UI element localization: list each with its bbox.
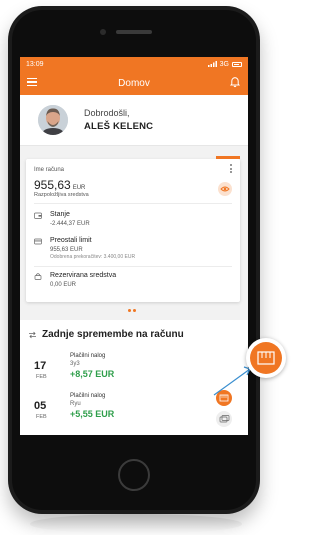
greeting-panel: Dobrodošli, ALEŠ KELENC [20, 95, 248, 146]
card-pager[interactable] [128, 309, 136, 312]
section-title: Zadnje spremembe na računu [42, 329, 184, 340]
balance-currency: EUR [72, 185, 86, 191]
limit-title: Preostali limit [50, 237, 92, 244]
eye-icon[interactable] [218, 182, 232, 196]
swap-icon [29, 331, 36, 339]
account-name: Ime računa [34, 167, 65, 173]
front-camera [100, 29, 106, 35]
signal-icon [207, 61, 217, 67]
tx-day: 05 [34, 400, 47, 412]
tx-month: FEB [36, 374, 47, 380]
reserved-amount: 0,00 EUR [50, 282, 77, 288]
reserved-row: Rezervirana sredstva 0,00 EUR [34, 272, 234, 292]
menu-icon[interactable] [27, 78, 37, 86]
home-button[interactable] [118, 459, 150, 491]
balance-amount: -2.444,37 EUR [50, 221, 90, 227]
tx-description: Ryu [70, 401, 81, 407]
avatar[interactable] [38, 105, 68, 135]
cards-icon[interactable] [216, 411, 232, 427]
payment-slip-glyph [257, 351, 275, 365]
wallet-icon [34, 212, 42, 219]
page-title: Domov [118, 77, 150, 89]
account-card[interactable]: Ime računa 955,63 EUR Razpoložljiva sreds… [26, 156, 240, 302]
divider [34, 266, 232, 267]
overdraft-note: Odobrena prekoračitev: 3.400,00 EUR [50, 254, 136, 260]
tx-day: 17 [34, 360, 47, 372]
balance-title: Stanje [50, 211, 70, 218]
phone-reflection [30, 514, 242, 534]
network-type: 3G [219, 60, 229, 68]
cards-glyph [219, 415, 230, 423]
balance-value: 955,63 [34, 178, 71, 192]
payment-slip-icon [250, 342, 282, 374]
status-indicators: 3G [207, 60, 242, 68]
lock-icon [34, 273, 42, 280]
app-header: Domov [20, 71, 248, 95]
reserved-title: Rezervirana sredstva [50, 272, 117, 279]
divider [34, 203, 232, 204]
avatar-photo [38, 105, 68, 135]
welcome-text: Dobrodošli, [84, 108, 130, 118]
payment-slip-callout [246, 338, 286, 378]
status-bar: 13:09 3G [20, 57, 248, 71]
more-options-icon[interactable] [230, 164, 232, 175]
battery-icon [232, 61, 242, 67]
status-time: 13:09 [26, 60, 44, 68]
app-preview: 13:09 3G Domov Dobrodošli, ALEŠ KELENC I… [0, 0, 293, 535]
balance-row: Stanje -2.444,37 EUR [34, 211, 234, 231]
tx-type: Plačilni nalog [70, 353, 106, 359]
available-balance: 955,63 EUR [34, 178, 85, 192]
limit-row: Preostali limit 955,63 EUR Odobrena prek… [34, 237, 234, 263]
tx-month: FEB [36, 414, 47, 420]
bell-icon[interactable] [229, 76, 241, 88]
available-label: Razpoložljiva sredstva [34, 192, 89, 198]
limit-amount: 955,63 EUR [50, 247, 83, 253]
credit-card-icon [34, 238, 42, 245]
speaker-grille [116, 30, 152, 34]
card-accent [216, 156, 240, 159]
tx-type: Plačilni nalog [70, 393, 106, 399]
tx-amount: +8,57 EUR [70, 369, 115, 379]
tx-amount: +5,55 EUR [70, 409, 115, 419]
eye-glyph [220, 186, 230, 192]
tx-description: 3y3 [70, 361, 80, 367]
user-name: ALEŠ KELENC [84, 121, 154, 132]
